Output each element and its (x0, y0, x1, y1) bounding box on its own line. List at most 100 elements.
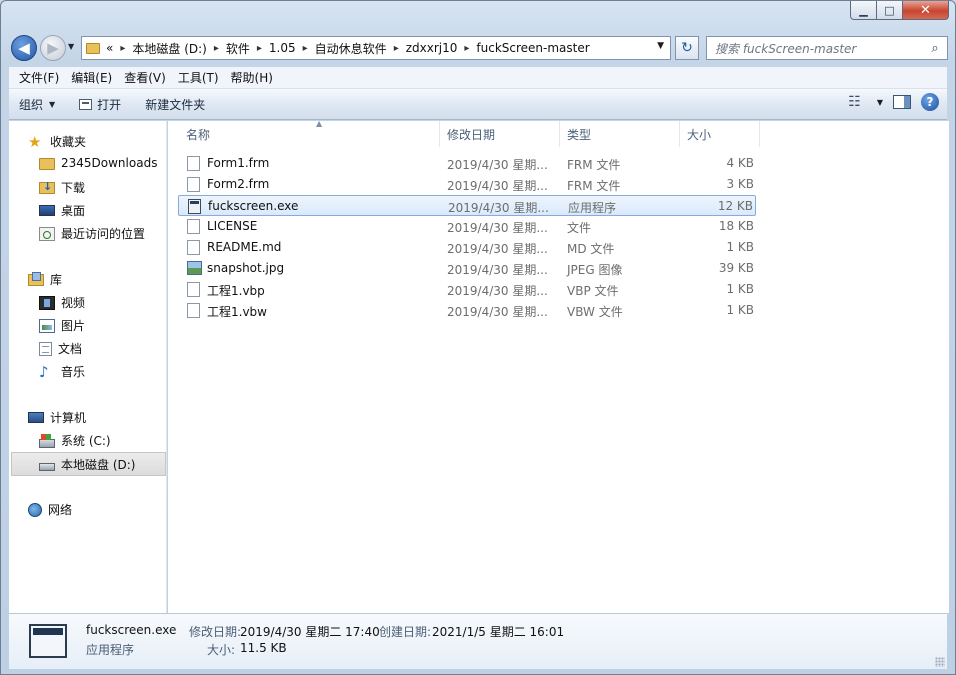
sidebar-item-pictures[interactable]: 图片 (39, 317, 85, 334)
file-name: 工程1.vbw (207, 305, 267, 319)
sidebar-computer[interactable]: 计算机 (28, 409, 86, 426)
sidebar-item-recent-places[interactable]: 最近访问的位置 (39, 225, 145, 242)
file-icon (187, 240, 200, 255)
new-folder-button[interactable]: 新建文件夹 (145, 96, 205, 113)
file-name: LICENSE (207, 219, 258, 233)
file-type: JPEG 图像 (567, 263, 623, 277)
file-date: 2019/4/30 星期... (447, 221, 548, 235)
sidebar-item-2345downloads[interactable]: 2345Downloads (39, 156, 157, 170)
picture-icon (39, 318, 55, 333)
breadcrumb-overflow[interactable]: « (106, 41, 113, 55)
file-date: 2019/4/30 星期... (447, 305, 548, 319)
file-row-form2[interactable]: Form2.frm 2019/4/30 星期... FRM 文件 3 KB (178, 174, 756, 195)
close-button[interactable]: ✕ (903, 1, 949, 20)
file-row-snapshot-jpg[interactable]: snapshot.jpg 2019/4/30 星期... JPEG 图像 39 … (178, 258, 756, 279)
menu-view[interactable]: 查看(V) (118, 69, 172, 86)
menu-edit[interactable]: 编辑(E) (65, 69, 118, 86)
column-header-type[interactable]: 类型 (559, 121, 680, 147)
file-date: 2019/4/30 星期... (447, 179, 548, 193)
sidebar-item-videos[interactable]: 视频 (39, 294, 85, 311)
breadcrumb-current-folder[interactable]: fuckScreen-master (476, 41, 589, 55)
file-name: 工程1.vbp (207, 284, 265, 298)
file-row-fuckscreen-exe[interactable]: fuckscreen.exe 2019/4/30 星期... 应用程序 12 K… (178, 195, 756, 216)
sidebar-item-drive-c[interactable]: 系统 (C:) (39, 432, 111, 449)
breadcrumb-software[interactable]: 软件 (226, 40, 250, 57)
breadcrumb-auto-rest-software[interactable]: 自动休息软件 (315, 40, 387, 57)
chevron-down-icon: ▼ (49, 99, 56, 109)
details-file-name: fuckscreen.exe (86, 623, 177, 637)
sidebar-network[interactable]: 网络 (28, 501, 72, 518)
library-icon (28, 271, 44, 286)
sidebar-item-drive-d[interactable]: 本地磁盘 (D:) (11, 452, 166, 476)
application-icon (29, 624, 67, 658)
help-icon[interactable]: ? (921, 93, 939, 111)
breadcrumb-1-05[interactable]: 1.05 (269, 41, 296, 55)
search-input[interactable]: 搜索 fuckScreen-master ⌕ (706, 36, 948, 60)
file-row-license[interactable]: LICENSE 2019/4/30 星期... 文件 18 KB (178, 216, 756, 237)
file-name: snapshot.jpg (207, 261, 285, 275)
sidebar-favorites[interactable]: ★ 收藏夹 (28, 133, 86, 150)
sidebar-label: 音乐 (61, 365, 86, 379)
preview-pane-icon[interactable] (893, 95, 911, 109)
sidebar-libraries[interactable]: 库 (28, 271, 62, 288)
breadcrumb-drive-d[interactable]: 本地磁盘 (D:) (132, 40, 206, 57)
view-options-dropdown[interactable]: ▼ (877, 98, 883, 107)
file-type: FRM 文件 (567, 179, 621, 193)
sidebar-label: 网络 (48, 503, 73, 517)
back-button[interactable]: ◀ (11, 35, 37, 61)
column-headers: 名称 ▲ 修改日期 类型 大小 (168, 119, 949, 147)
breadcrumb-zdxxrj10[interactable]: zdxxrj10 (406, 41, 458, 55)
file-row-readme[interactable]: README.md 2019/4/30 星期... MD 文件 1 KB (178, 237, 756, 258)
breadcrumb-separator-icon[interactable]: ▸ (120, 43, 125, 54)
file-row-project-vbw[interactable]: 工程1.vbw 2019/4/30 星期... VBW 文件 1 KB (178, 300, 756, 321)
sidebar-label: 最近访问的位置 (61, 227, 146, 241)
file-row-project-vbp[interactable]: 工程1.vbp 2019/4/30 星期... VBP 文件 1 KB (178, 279, 756, 300)
column-header-label: 大小 (687, 127, 712, 142)
sidebar-item-desktop[interactable]: 桌面 (39, 202, 85, 219)
address-bar[interactable]: « ▸ 本地磁盘 (D:) ▸ 软件 ▸ 1.05 ▸ 自动休息软件 ▸ zdx… (81, 36, 671, 60)
menu-tools[interactable]: 工具(T) (172, 69, 225, 86)
caption-buttons: ▁ □ ✕ (850, 1, 949, 20)
details-created-value[interactable]: 2021/1/5 星期二 16:01 (432, 623, 564, 640)
column-header-label: 类型 (567, 127, 592, 142)
star-icon: ★ (28, 132, 42, 151)
organize-label: 组织 (19, 97, 44, 112)
document-icon (39, 341, 52, 356)
downloads-icon (39, 180, 55, 194)
menu-help[interactable]: 帮助(H) (225, 69, 279, 86)
change-view-icon[interactable]: ☷ (848, 94, 861, 110)
file-size: 12 KB (717, 199, 753, 213)
breadcrumb-separator-icon[interactable]: ▸ (303, 43, 308, 54)
organize-button[interactable]: 组织 ▼ (19, 96, 55, 113)
file-row-form1[interactable]: Form1.frm 2019/4/30 星期... FRM 文件 4 KB (178, 153, 756, 174)
forward-button[interactable]: ▶ (40, 35, 66, 61)
file-list: 名称 ▲ 修改日期 类型 大小 Form1.frm 2019/4/30 星期..… (168, 119, 949, 613)
recent-pages-dropdown[interactable]: ▼ (68, 42, 74, 51)
breadcrumb-separator-icon[interactable]: ▸ (464, 43, 469, 54)
column-header-size[interactable]: 大小 (679, 121, 760, 147)
column-header-date[interactable]: 修改日期 (439, 121, 560, 147)
resize-grip[interactable] (935, 657, 945, 667)
folder-icon (39, 158, 55, 170)
file-name: Form1.frm (207, 156, 270, 170)
sidebar-item-music[interactable]: ♪ 音乐 (39, 363, 85, 380)
sidebar-item-documents[interactable]: 文档 (39, 340, 82, 357)
breadcrumb-separator-icon[interactable]: ▸ (214, 43, 219, 54)
file-size: 3 KB (726, 177, 754, 191)
menu-file[interactable]: 文件(F) (13, 69, 65, 86)
file-name: Form2.frm (207, 177, 270, 191)
breadcrumb-separator-icon[interactable]: ▸ (394, 43, 399, 54)
sidebar-label: 文档 (58, 342, 83, 356)
column-header-name[interactable]: 名称 ▲ (178, 119, 440, 147)
search-icon[interactable]: ⌕ (923, 41, 947, 56)
details-pane: fuckscreen.exe 应用程序 修改日期: 2019/4/30 星期二 … (9, 613, 947, 669)
details-modified-value[interactable]: 2019/4/30 星期二 17:40 (240, 623, 380, 640)
sidebar-item-downloads[interactable]: 下载 (39, 179, 85, 196)
refresh-button[interactable]: ↻ (675, 36, 699, 60)
address-dropdown-icon[interactable]: ▼ (657, 41, 664, 51)
maximize-button[interactable]: □ (877, 1, 903, 20)
open-button[interactable]: 打开 (79, 96, 121, 113)
minimize-button[interactable]: ▁ (850, 1, 877, 20)
file-type: VBW 文件 (567, 305, 623, 319)
breadcrumb-separator-icon[interactable]: ▸ (257, 43, 262, 54)
